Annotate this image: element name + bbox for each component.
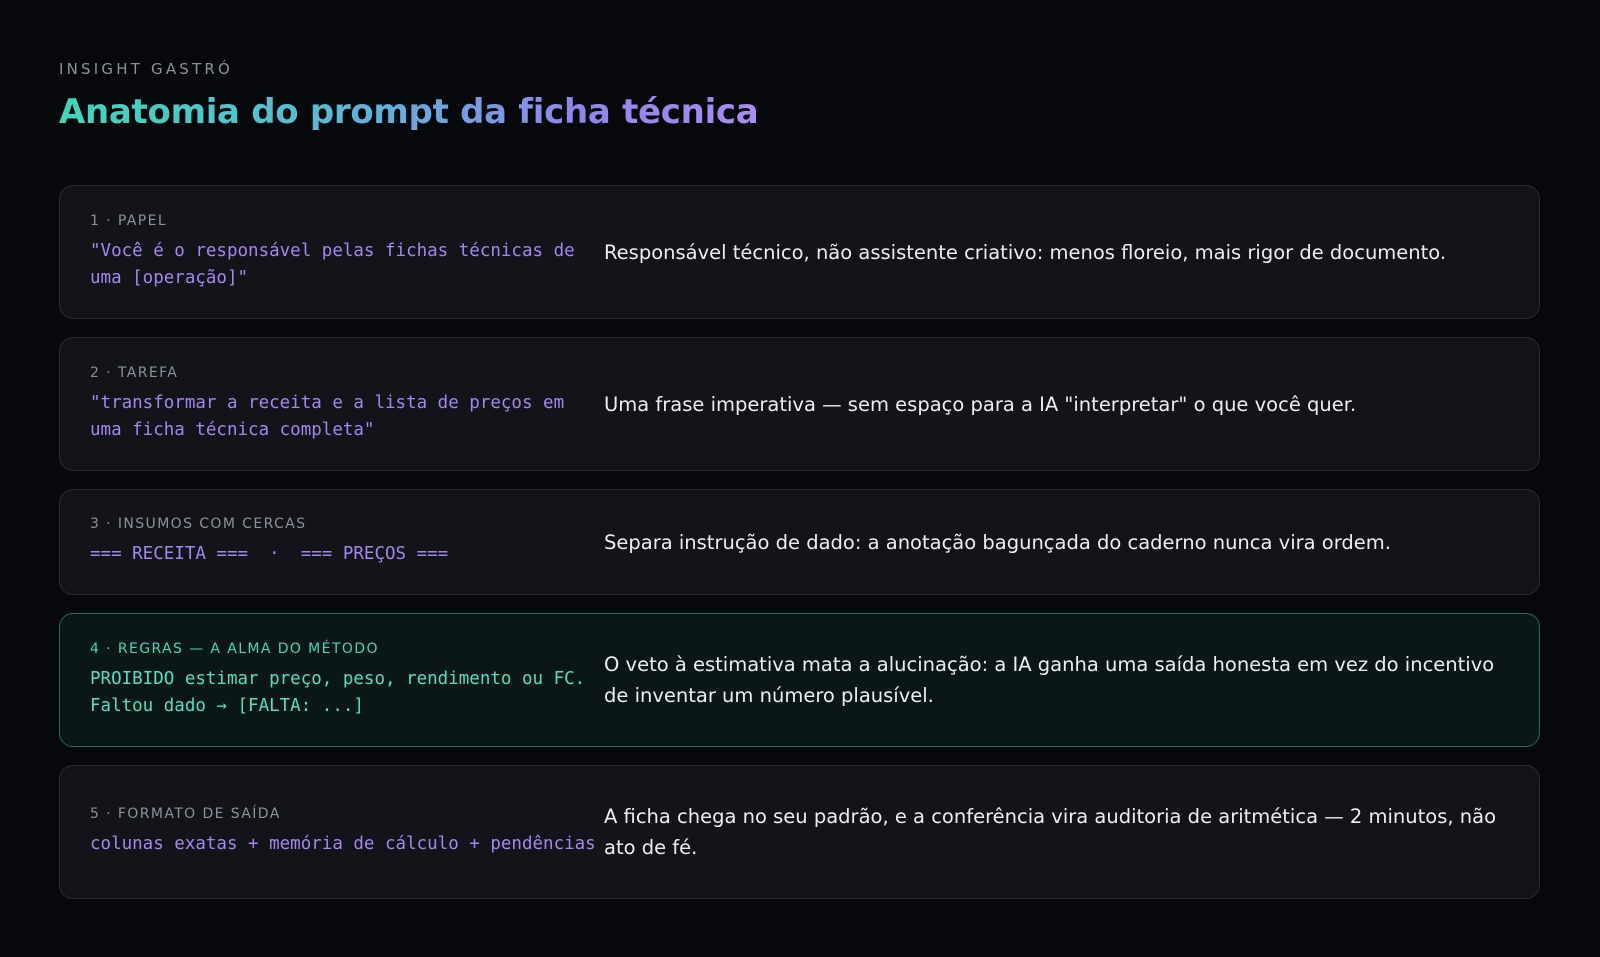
card-prompt-column: 3 · INSUMOS COM CERCAS === RECEITA === ·… (90, 516, 600, 568)
card-prompt-column: 2 · TAREFA "transformar a receita e a li… (90, 365, 600, 444)
card-label: 1 · PAPEL (90, 212, 168, 229)
card-code-snippet: === RECEITA === · === PREÇOS === (90, 544, 449, 564)
card-code-snippet: colunas exatas + memória de cálculo + pe… (90, 834, 596, 854)
card-description: Responsável técnico, não assistente cria… (604, 240, 1447, 264)
page-title: Anatomia do prompt da ficha técnica (59, 92, 759, 132)
card-prompt-column: 1 · PAPEL "Você é o responsável pelas fi… (90, 213, 600, 292)
card-insumos: 3 · INSUMOS COM CERCAS === RECEITA === ·… (59, 489, 1540, 595)
card-description: A ficha chega no seu padrão, e a conferê… (604, 805, 1497, 859)
brand-eyebrow: INSIGHT GASTRÓ (59, 60, 234, 78)
card-code-snippet: "Você é o responsável pelas fichas técni… (90, 240, 575, 288)
card-prompt-column: 5 · FORMATO DE SAÍDA colunas exatas + me… (90, 806, 600, 858)
card-label: 5 · FORMATO DE SAÍDA (90, 806, 281, 822)
card-description: Uma frase imperativa — sem espaço para a… (604, 392, 1357, 416)
card-description: Separa instrução de dado: a anotação bag… (604, 530, 1391, 554)
card-tarefa: 2 · TAREFA "transformar a receita e a li… (59, 337, 1540, 471)
card-label: 4 · REGRAS — A ALMA DO MÉTODO (90, 640, 379, 657)
card-regras-highlighted: 4 · REGRAS — A ALMA DO MÉTODO PROIBIDO e… (59, 613, 1540, 747)
card-papel: 1 · PAPEL "Você é o responsável pelas fi… (59, 185, 1540, 319)
card-code-snippet: "transformar a receita e a lista de preç… (90, 392, 565, 440)
card-description: O veto à estimativa mata a alucinação: a… (604, 653, 1495, 707)
card-prompt-column: 4 · REGRAS — A ALMA DO MÉTODO PROIBIDO e… (90, 641, 600, 720)
prompt-anatomy-list: 1 · PAPEL "Você é o responsável pelas fi… (59, 185, 1540, 917)
card-code-snippet: PROIBIDO estimar preço, peso, rendimento… (90, 668, 586, 716)
card-label: 3 · INSUMOS COM CERCAS (90, 516, 307, 532)
card-label: 2 · TAREFA (90, 364, 179, 381)
card-formato: 5 · FORMATO DE SAÍDA colunas exatas + me… (59, 765, 1540, 899)
